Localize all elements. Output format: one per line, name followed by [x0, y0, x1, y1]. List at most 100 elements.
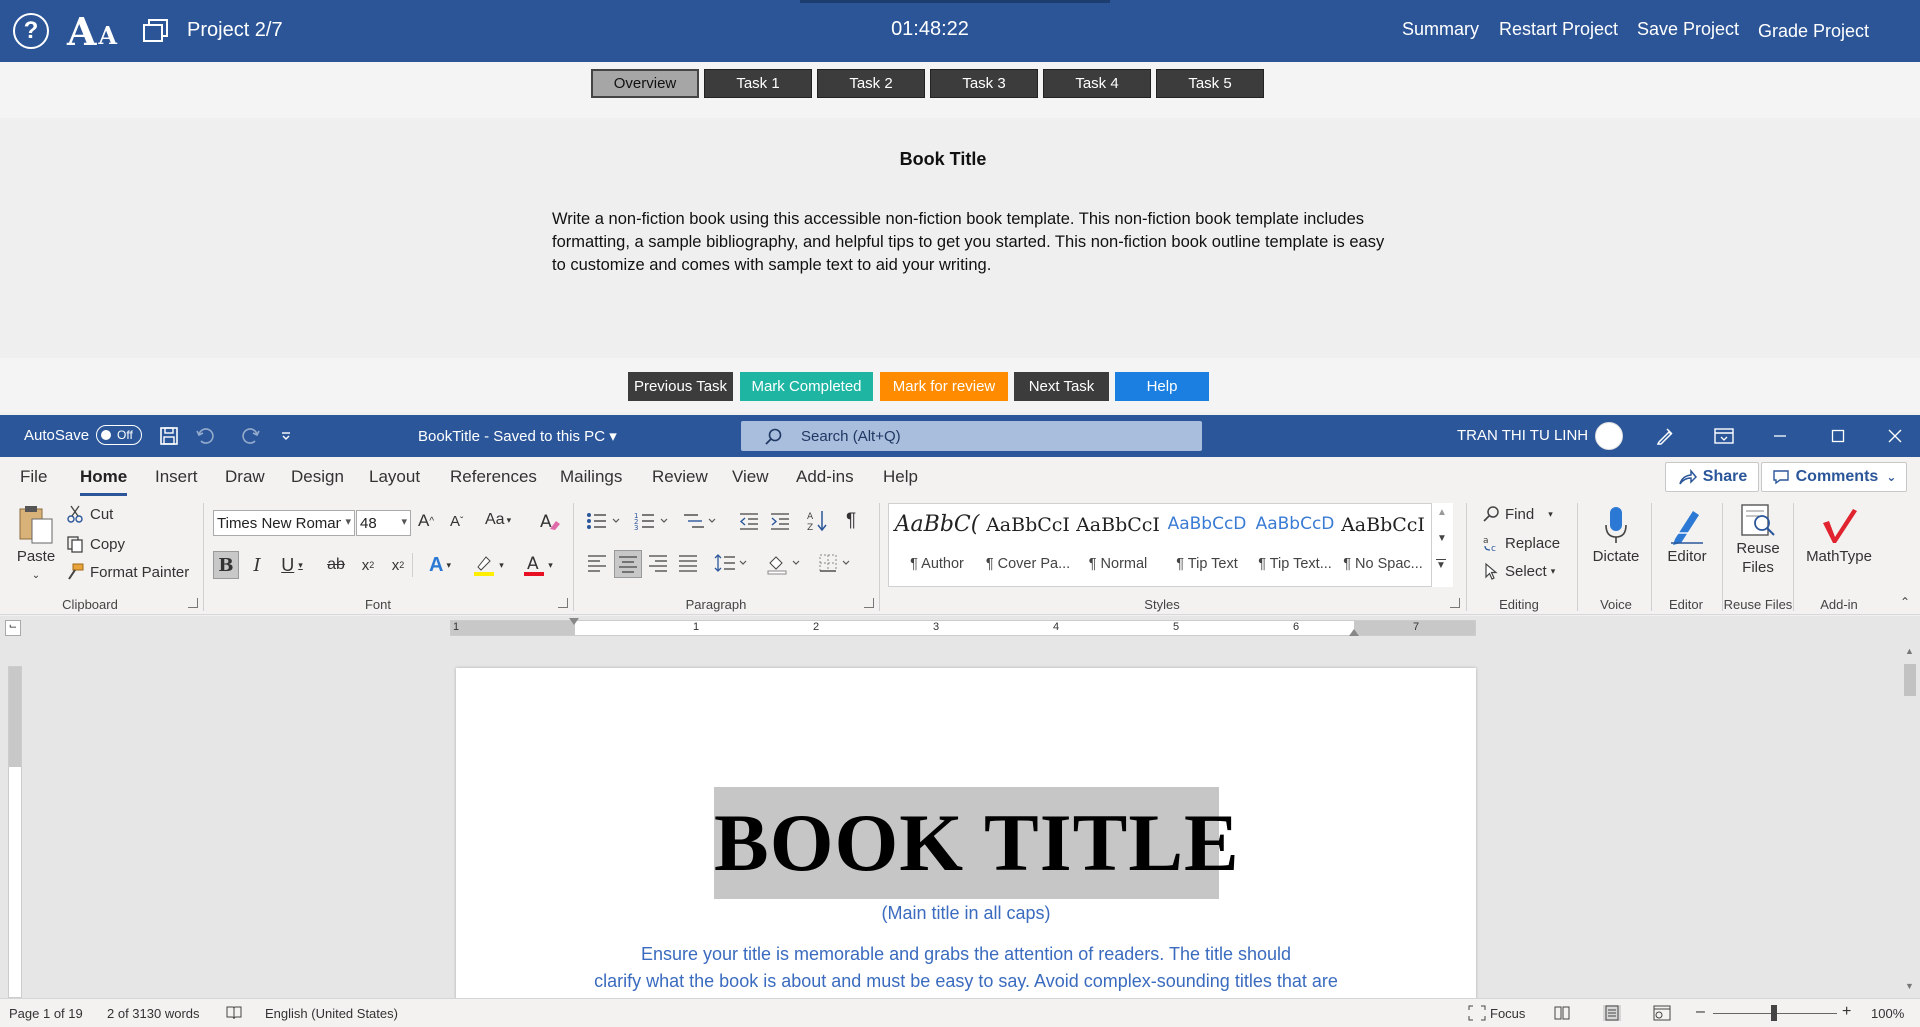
page-count[interactable]: Page 1 of 19	[9, 1006, 83, 1021]
format-painter-button[interactable]: Format Painter	[66, 563, 189, 581]
select-button[interactable]: Select ▾	[1482, 562, 1555, 580]
tab-draw[interactable]: Draw	[225, 467, 265, 487]
help-button[interactable]: Help	[1115, 372, 1209, 401]
bold-button[interactable]: B	[213, 551, 239, 579]
mark-for-review-button[interactable]: Mark for review	[880, 372, 1008, 401]
tab-task-3[interactable]: Task 3	[930, 69, 1038, 98]
tab-insert[interactable]: Insert	[155, 467, 198, 487]
collapse-ribbon-icon[interactable]: ⌃	[1900, 595, 1910, 609]
cut-button[interactable]: Cut	[66, 505, 113, 523]
paste-button[interactable]: Paste ⌄	[14, 503, 58, 585]
shading-icon[interactable]	[766, 553, 802, 575]
find-button[interactable]: Find ▾	[1482, 505, 1553, 523]
book-title-heading[interactable]: BOOK TITLE	[714, 787, 1239, 899]
tab-mailings[interactable]: Mailings	[560, 467, 622, 487]
document-page[interactable]: BOOK TITLE (Main title in all caps) Ensu…	[456, 668, 1476, 1008]
tab-task-5[interactable]: Task 5	[1156, 69, 1264, 98]
decrease-indent-icon[interactable]	[738, 511, 760, 531]
proofing-icon[interactable]	[225, 1005, 243, 1021]
avatar[interactable]	[1595, 422, 1623, 450]
mark-completed-button[interactable]: Mark Completed	[740, 372, 873, 401]
language[interactable]: English (United States)	[265, 1006, 398, 1021]
tab-home[interactable]: Home	[80, 467, 128, 496]
align-right-icon[interactable]	[648, 554, 668, 572]
tab-overview[interactable]: Overview	[591, 69, 699, 98]
styles-launcher-icon[interactable]	[1450, 598, 1460, 608]
word-count[interactable]: 2 of 3130 words	[107, 1006, 200, 1021]
tab-layout[interactable]: Layout	[369, 467, 420, 487]
superscript-button[interactable]: x2	[386, 551, 410, 579]
grade-project-link[interactable]: Grade Project	[1758, 21, 1869, 42]
previous-task-button[interactable]: Previous Task	[628, 372, 733, 401]
replace-button[interactable]: ac Replace	[1482, 534, 1560, 553]
tab-add-ins[interactable]: Add-ins	[796, 467, 854, 487]
tab-task-1[interactable]: Task 1	[704, 69, 812, 98]
tab-view[interactable]: View	[732, 467, 769, 487]
redo-icon[interactable]	[239, 425, 263, 447]
save-project-link[interactable]: Save Project	[1637, 19, 1739, 40]
print-layout-icon[interactable]	[1603, 1005, 1621, 1021]
underline-button[interactable]: U ▾	[275, 551, 309, 579]
grow-font-icon[interactable]: A ^	[418, 511, 434, 531]
tab-file[interactable]: File	[20, 467, 47, 487]
font-color-icon[interactable]: A ▾	[518, 551, 558, 579]
zoom-out-button[interactable]: –	[1696, 1003, 1705, 1021]
maximize-icon[interactable]	[1823, 423, 1853, 449]
zoom-in-button[interactable]: +	[1842, 1003, 1851, 1021]
tab-task-4[interactable]: Task 4	[1043, 69, 1151, 98]
user-name[interactable]: TRAN THI TU LINH	[1457, 427, 1588, 444]
horizontal-ruler[interactable]: 1 1 2 3 4 5 6 7	[450, 618, 1476, 636]
help-icon[interactable]: ?	[13, 13, 49, 49]
bullets-icon[interactable]	[586, 511, 622, 531]
autosave-toggle[interactable]: Off	[96, 425, 142, 445]
style-normal[interactable]: AaBbCcI ¶ Normal	[1072, 506, 1162, 584]
subscript-button[interactable]: x2	[356, 551, 380, 579]
styles-scroll[interactable]: ▲ ▼ ▼	[1431, 503, 1453, 587]
save-icon[interactable]	[157, 425, 181, 447]
vertical-scrollbar[interactable]: ▲ ▼	[1902, 646, 1916, 991]
windows-icon[interactable]	[140, 12, 172, 50]
clipboard-launcher-icon[interactable]	[188, 598, 198, 608]
read-mode-icon[interactable]	[1553, 1005, 1571, 1021]
comments-button[interactable]: Comments ⌄	[1761, 462, 1907, 492]
search-input[interactable]: Search (Alt+Q)	[741, 421, 1202, 451]
font-name-combo[interactable]: Times New Roman ▾	[213, 510, 355, 536]
body-text[interactable]: Ensure your title is memorable and grabs…	[556, 941, 1376, 995]
tab-help[interactable]: Help	[883, 467, 918, 487]
next-task-button[interactable]: Next Task	[1014, 372, 1109, 401]
subtitle-text[interactable]: (Main title in all caps)	[456, 903, 1476, 924]
font-size-combo[interactable]: 48 ▾	[356, 510, 411, 536]
document-name[interactable]: BookTitle - Saved to this PC ▾	[418, 427, 617, 445]
justify-icon[interactable]	[678, 554, 698, 572]
pen-icon[interactable]	[1650, 423, 1680, 449]
numbering-icon[interactable]: 123	[634, 511, 670, 531]
strikethrough-button[interactable]: ab	[322, 551, 350, 579]
style-cover-page[interactable]: AaBbCcI ¶ Cover Pa...	[982, 506, 1072, 584]
italic-button[interactable]: I	[245, 551, 269, 579]
close-icon[interactable]	[1880, 423, 1910, 449]
dictate-button[interactable]: Dictate	[1585, 503, 1647, 566]
tab-design[interactable]: Design	[291, 467, 344, 487]
borders-icon[interactable]	[818, 553, 854, 573]
editor-button[interactable]: Editor	[1658, 503, 1716, 566]
align-center-icon[interactable]	[614, 550, 642, 578]
focus-label[interactable]: Focus	[1490, 1006, 1525, 1021]
reuse-files-button[interactable]: Reuse Files	[1728, 503, 1788, 577]
web-layout-icon[interactable]	[1653, 1005, 1671, 1021]
sort-icon[interactable]: AZ	[806, 509, 828, 533]
style-no-spacing[interactable]: AaBbCcI ¶ No Spac...	[1337, 506, 1427, 584]
indent-marker[interactable]	[569, 618, 579, 625]
change-case-icon[interactable]: Aa ▾	[485, 511, 511, 529]
mathtype-button[interactable]: MathType	[1800, 503, 1878, 566]
align-left-icon[interactable]	[587, 554, 607, 572]
text-effects-icon[interactable]: A ▾	[422, 551, 458, 579]
tab-references[interactable]: References	[450, 467, 537, 487]
focus-icon[interactable]	[1468, 1005, 1486, 1021]
clear-formatting-icon[interactable]: A	[539, 511, 561, 533]
style-author[interactable]: AaBbC( ¶ Author	[891, 506, 981, 584]
vertical-ruler[interactable]	[8, 666, 22, 998]
share-button[interactable]: Share	[1665, 462, 1759, 492]
highlight-icon[interactable]: ▾	[468, 551, 508, 579]
customize-qat-icon[interactable]	[274, 425, 298, 447]
scroll-thumb[interactable]	[1904, 664, 1916, 696]
